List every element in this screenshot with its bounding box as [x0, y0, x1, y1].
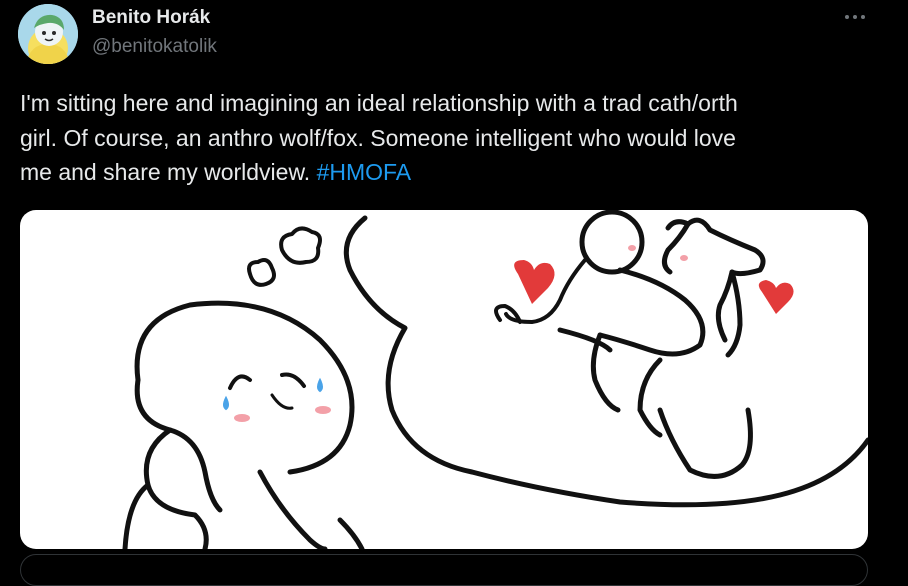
cartoon-avatar-icon	[18, 4, 78, 64]
thought-bubble-outline	[343, 215, 868, 508]
post-image[interactable]	[20, 210, 868, 549]
hugging-character-head	[579, 210, 645, 275]
heart-right	[758, 280, 794, 314]
post-text-segment: me and share my worldview.	[20, 159, 317, 185]
author-handle[interactable]: @benitokatolik	[92, 36, 217, 58]
comic-illustration	[122, 210, 868, 549]
tear-drop	[223, 395, 229, 411]
tear-drop	[317, 377, 323, 393]
hashtag-link[interactable]: #HMOFA	[317, 159, 412, 185]
next-card-edge	[20, 554, 868, 586]
post-text-line: me and share my worldview. #HMOFA	[20, 155, 875, 190]
wolf-tail	[657, 407, 753, 479]
author-avatar[interactable]	[18, 4, 78, 64]
wolf-character-head	[665, 217, 766, 343]
author-display-name[interactable]: Benito Horák	[92, 7, 210, 29]
more-options-icon	[845, 15, 865, 19]
post-text-line: I'm sitting here and imagining an ideal …	[20, 90, 738, 116]
post-text: I'm sitting here and imagining an ideal …	[20, 86, 875, 190]
post-text-line: girl. Of course, an anthro wolf/fox. Som…	[20, 124, 736, 151]
heart-left	[514, 260, 555, 304]
more-options-button[interactable]	[838, 4, 872, 30]
